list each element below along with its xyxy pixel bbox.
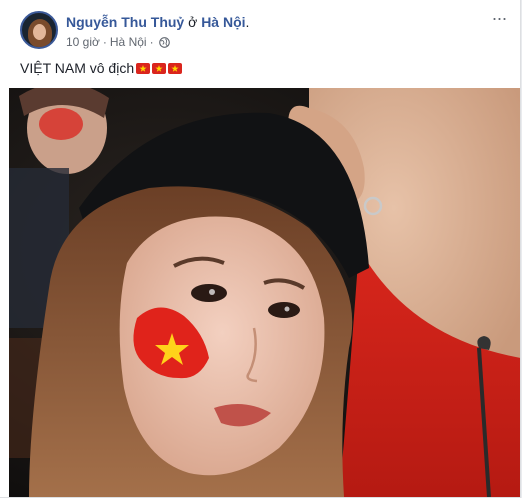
post-photo[interactable] bbox=[9, 88, 520, 497]
location-link[interactable]: Hà Nội bbox=[201, 14, 245, 30]
post-status-text: VIỆT NAM vô địch bbox=[20, 60, 183, 76]
meta-location[interactable]: Hà Nội bbox=[110, 35, 147, 49]
status-text: VIỆT NAM vô địch bbox=[20, 60, 135, 76]
vietnam-flag-icon bbox=[136, 62, 151, 74]
at-word: ở bbox=[188, 14, 198, 30]
post-header: Nguyễn Thu Thuỷ ở Hà Nội. 10 giờ · Hà Nộ… bbox=[0, 0, 520, 56]
globe-icon[interactable] bbox=[158, 36, 170, 48]
post-card: Nguyễn Thu Thuỷ ở Hà Nội. 10 giờ · Hà Nộ… bbox=[0, 0, 521, 498]
post-time[interactable]: 10 giờ bbox=[66, 35, 100, 49]
meta-separator-2: · bbox=[149, 35, 154, 49]
more-options-icon[interactable]: ··· bbox=[488, 9, 510, 28]
post-title-line: Nguyễn Thu Thuỷ ở Hà Nội. bbox=[66, 14, 250, 30]
meta-separator: · bbox=[102, 35, 107, 49]
author-avatar[interactable] bbox=[20, 11, 58, 49]
post-meta: 10 giờ · Hà Nội · bbox=[66, 35, 170, 49]
author-name[interactable]: Nguyễn Thu Thuỷ bbox=[66, 14, 184, 30]
vietnam-flag-icon bbox=[152, 62, 167, 74]
selfie-photo bbox=[9, 88, 520, 497]
vietnam-flag-icon bbox=[168, 62, 183, 74]
